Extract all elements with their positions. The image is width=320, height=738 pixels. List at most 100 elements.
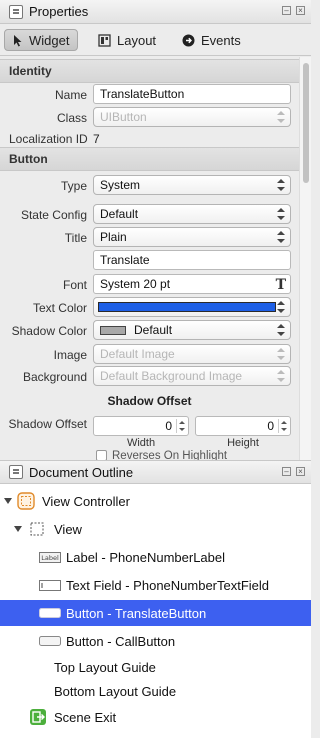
outline-item-label: View Controller — [42, 493, 130, 509]
outline-item-label: Button - TranslateButton — [66, 605, 207, 621]
localization-id-label: Localization ID — [9, 132, 88, 146]
shadow-color-popup[interactable]: Default — [93, 320, 291, 340]
font-field[interactable]: System 20 pt T — [93, 274, 291, 294]
view-controller-icon — [17, 492, 35, 510]
title-text-field[interactable]: Translate — [93, 250, 291, 270]
outline-header: Document Outline – × — [0, 460, 311, 484]
shadow-offset-heading: Shadow Offset — [107, 394, 192, 408]
shadow-width-stepper[interactable]: 0 — [93, 416, 189, 436]
close-panel-button[interactable]: × — [296, 6, 305, 15]
checkbox-box[interactable] — [96, 450, 107, 460]
minimize-panel-button[interactable]: – — [282, 6, 291, 15]
font-label: Font — [62, 278, 87, 292]
title-mode-value: Plain — [100, 230, 127, 244]
outline-item-view[interactable]: View — [0, 517, 311, 541]
background-placeholder: Default Background Image — [100, 369, 243, 383]
type-label: Type — [60, 179, 87, 193]
localization-id-value: 7 — [93, 132, 100, 146]
property-sheet: Identity Name TranslateButton Class UIBu… — [0, 57, 299, 460]
reverses-on-highlight-label: Reverses On Highlight — [112, 450, 228, 460]
outline-item-call-button[interactable]: Button - CallButton — [0, 629, 311, 653]
tab-layout-label: Layout — [117, 32, 157, 48]
layout-icon — [98, 33, 111, 47]
state-config-label: State Config — [20, 208, 87, 222]
close-outline-button[interactable]: × — [296, 467, 305, 476]
outline-item-label: Top Layout Guide — [54, 659, 156, 675]
chevron-updown-icon — [277, 231, 285, 243]
name-field[interactable]: TranslateButton — [93, 84, 291, 104]
type-popup[interactable]: System — [93, 175, 291, 195]
tab-widget-label: Widget — [29, 32, 70, 48]
section-identity: Identity — [0, 59, 299, 83]
outline-item-label-phonenumber[interactable]: Label Label - PhoneNumberLabel — [0, 545, 311, 569]
chevron-updown-icon — [277, 348, 285, 360]
text-color-label: Text Color — [32, 301, 87, 315]
svg-text:Label: Label — [41, 554, 59, 562]
title-mode-popup[interactable]: Plain — [93, 227, 291, 247]
events-icon — [182, 34, 195, 46]
shadow-width-value: 0 — [165, 419, 172, 433]
image-placeholder: Default Image — [100, 347, 175, 361]
shadow-offset-label: Shadow Offset — [8, 417, 88, 431]
outline-item-top-layout-guide[interactable]: Top Layout Guide — [0, 655, 311, 679]
tab-events[interactable]: Events — [182, 29, 241, 51]
type-value: System — [100, 178, 141, 192]
chevron-updown-icon — [277, 301, 285, 313]
image-combobox[interactable]: Default Image — [93, 344, 291, 364]
font-picker-icon[interactable]: T — [276, 276, 286, 293]
class-combobox[interactable]: UIButton — [93, 107, 291, 127]
view-icon — [30, 522, 44, 536]
width-caption: Width — [126, 437, 156, 449]
outline-item-label: Bottom Layout Guide — [54, 683, 177, 699]
properties-title: Properties — [29, 4, 89, 19]
outline-title: Document Outline — [29, 464, 134, 480]
state-config-popup[interactable]: Default — [93, 204, 291, 224]
font-value: System 20 pt — [100, 277, 171, 291]
background-label: Background — [22, 370, 87, 384]
outline-panel-icon — [9, 465, 23, 479]
pointer-icon — [14, 34, 22, 46]
outline-item-text-field[interactable]: Text Field - PhoneNumberTextField — [0, 573, 311, 597]
text-color-swatch — [98, 302, 276, 312]
tab-widget[interactable]: Widget — [4, 29, 79, 51]
text-field-icon — [39, 580, 61, 591]
properties-header: Properties – × — [0, 0, 311, 24]
chevron-updown-icon — [277, 179, 285, 191]
stepper-arrows-icon[interactable] — [176, 419, 186, 433]
document-outline: Document Outline – × View Controller Vie… — [0, 460, 311, 738]
button-icon — [39, 636, 61, 646]
image-label: Image — [53, 348, 87, 362]
stepper-arrows-icon[interactable] — [278, 419, 288, 433]
shadow-height-stepper[interactable]: 0 — [195, 416, 291, 436]
minimize-outline-button[interactable]: – — [282, 467, 291, 476]
outline-item-label: View — [54, 521, 82, 537]
shadow-color-label: Shadow Color — [11, 324, 87, 338]
properties-panel-icon — [9, 4, 23, 19]
scrollbar-thumb[interactable] — [303, 63, 309, 183]
panel-controls: – × — [282, 6, 305, 15]
class-placeholder: UIButton — [100, 110, 147, 124]
reverses-on-highlight-checkbox[interactable]: Reverses On Highlight — [96, 450, 227, 460]
shadow-color-swatch — [100, 326, 126, 335]
outline-item-label: Button - CallButton — [66, 633, 176, 649]
label-icon: Label — [39, 552, 61, 563]
tab-layout[interactable]: Layout — [98, 29, 156, 51]
outline-item-bottom-layout-guide[interactable]: Bottom Layout Guide — [0, 679, 311, 703]
outline-item-scene-exit[interactable]: Scene Exit — [0, 705, 311, 729]
section-button: Button — [0, 147, 299, 171]
height-caption: Height — [227, 437, 259, 449]
name-label: Name — [54, 88, 87, 102]
button-icon — [39, 608, 61, 618]
text-color-popup[interactable] — [93, 297, 291, 317]
tab-events-label: Events — [201, 32, 241, 48]
outline-item-translate-button[interactable]: Button - TranslateButton — [0, 600, 311, 626]
scene-exit-icon — [30, 709, 46, 725]
outline-item-label: Scene Exit — [54, 709, 117, 725]
disclosure-triangle-icon[interactable] — [4, 498, 12, 504]
background-combobox[interactable]: Default Background Image — [93, 366, 291, 386]
property-sheet-scrollbar[interactable] — [299, 57, 311, 460]
disclosure-triangle-icon[interactable] — [14, 526, 22, 532]
outline-item-view-controller[interactable]: View Controller — [0, 489, 311, 513]
properties-tabbar: Widget Layout Events — [0, 24, 311, 56]
state-config-value: Default — [100, 207, 139, 221]
